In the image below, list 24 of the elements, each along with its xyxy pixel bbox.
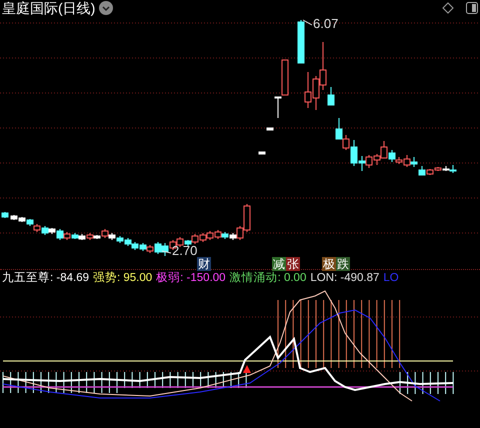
leader-line	[302, 20, 312, 26]
candle	[266, 128, 274, 130]
signal-tag: 张	[286, 257, 300, 271]
signal-tag: 财	[197, 257, 211, 271]
low-price-label: 2.70	[172, 244, 198, 257]
indicator-value: 强势: 95.00	[93, 273, 152, 285]
leader-line	[162, 250, 172, 254]
candle	[298, 20, 304, 64]
dropdown-icon[interactable]	[99, 1, 114, 15]
signal-tag: 跌	[336, 257, 350, 271]
panel-toggle-icon[interactable]	[466, 2, 478, 14]
candle	[2, 212, 8, 218]
high-price-label: 6.07	[313, 17, 338, 30]
signal-tag: 极	[322, 257, 336, 271]
signal-tag: 减	[272, 257, 286, 271]
indicator-value: 极弱: -150.00	[156, 273, 226, 285]
indicator-value: 九五至尊: -84.69	[2, 273, 89, 285]
diamond-icon[interactable]	[442, 2, 454, 14]
chart-title: 皇庭国际(日线)	[2, 1, 96, 15]
indicator-value: LON: -490.87	[310, 273, 380, 285]
indicator-value: 激情涌动: 0.00	[230, 273, 306, 285]
candle	[258, 152, 266, 154]
up-arrow-icon	[243, 365, 251, 373]
indicator-value: LO	[383, 273, 399, 285]
